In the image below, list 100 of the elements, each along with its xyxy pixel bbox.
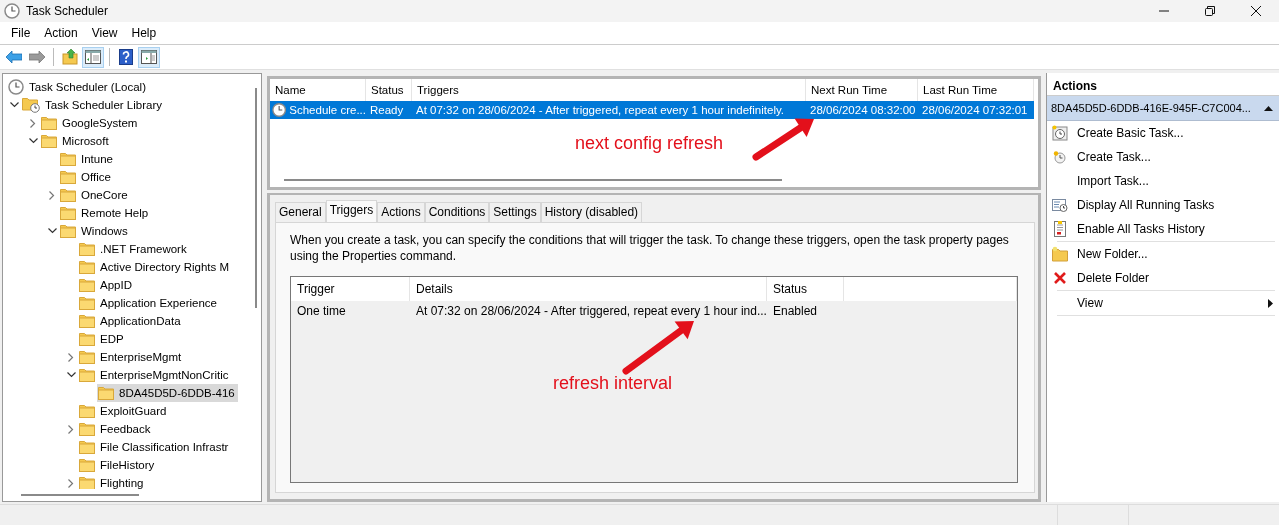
tree-item[interactable]: 8DA45D5D-6DDB-416 — [97, 384, 238, 402]
tree-item[interactable]: .NET Framework — [78, 240, 190, 258]
chevron-down-icon[interactable] — [47, 228, 57, 234]
toolbar-button[interactable] — [138, 46, 160, 68]
chevron-down-icon[interactable] — [66, 372, 76, 378]
folder-clock-icon — [22, 97, 40, 113]
folder-icon — [60, 152, 76, 166]
menu-item[interactable]: View — [84, 26, 125, 40]
minimize-icon — [1159, 10, 1169, 12]
restore-icon — [1205, 6, 1215, 16]
tree-item[interactable]: Feedback — [78, 420, 154, 438]
tree-item[interactable]: Microsoft — [40, 132, 112, 150]
tree-item[interactable]: File Classification Infrastr — [78, 438, 232, 456]
annotation-text: next config refresh — [575, 133, 724, 154]
chevron-right-icon[interactable] — [68, 352, 74, 362]
menu-item[interactable]: File — [4, 26, 38, 40]
table-cell[interactable]: At 07:32 on 28/06/2024 - After triggered, repeat every 1 hour indefinitely. — [412, 101, 806, 119]
table-cell[interactable]: One time — [291, 301, 410, 321]
scrollbar-thumb[interactable] — [21, 494, 139, 496]
command-item[interactable]: Enable All Tasks History — [1047, 217, 1279, 241]
command-item[interactable]: Create Task... — [1047, 145, 1279, 169]
tree-item[interactable]: Task Scheduler (Local) — [7, 78, 149, 96]
tree-item[interactable]: AppID — [78, 276, 135, 294]
menu-item[interactable]: Help — [124, 26, 164, 40]
folder-up-icon — [62, 49, 78, 65]
tree-item[interactable]: OneCore — [59, 186, 131, 204]
menu-item[interactable]: Action — [37, 26, 85, 40]
help-icon — [119, 49, 133, 65]
toolbar-button[interactable] — [82, 46, 104, 68]
tree-item[interactable]: Office — [59, 168, 114, 186]
folder-icon — [60, 206, 76, 220]
command-item[interactable]: Delete Folder — [1047, 266, 1279, 290]
folder-icon — [79, 422, 95, 436]
folder-icon — [60, 170, 76, 184]
tab[interactable]: History (disabled) — [540, 202, 643, 222]
tree-item[interactable]: Flighting — [78, 474, 147, 489]
chevron-right-icon[interactable] — [30, 118, 36, 128]
tab[interactable]: Triggers — [325, 200, 378, 222]
pane-icon — [141, 50, 157, 64]
folder-icon — [41, 134, 57, 148]
tree-item[interactable]: Application Experience — [78, 294, 220, 312]
pane-icon — [85, 50, 101, 64]
forward-arrow-icon — [29, 51, 45, 63]
table-cell[interactable]: 28/06/2024 08:32:00 — [806, 101, 918, 119]
scrollbar-thumb[interactable] — [255, 88, 257, 308]
window-title: Task Scheduler — [26, 4, 109, 18]
section-header[interactable]: 8DA45D5D-6DDB-416E-945F-C7C004... — [1047, 96, 1279, 121]
tree-item[interactable]: Remote Help — [59, 204, 152, 222]
tab[interactable]: Conditions — [424, 202, 490, 222]
tree-item[interactable]: EDP — [78, 330, 127, 348]
arrow — [752, 118, 814, 161]
tree-item[interactable]: EnterpriseMgmt — [78, 348, 185, 366]
command-item[interactable]: New Folder... — [1047, 242, 1279, 266]
command-item[interactable]: Import Task... — [1047, 169, 1279, 193]
tab[interactable]: Settings — [489, 202, 541, 222]
chevron-down-icon[interactable] — [28, 138, 38, 144]
table-cell[interactable]: Enabled — [767, 301, 844, 321]
tree-item[interactable]: GoogleSystem — [40, 114, 141, 132]
table-cell[interactable]: At 07:32 on 28/06/2024 - After triggered, repeat every 1 hour ind... — [410, 301, 767, 321]
delete-icon — [1052, 270, 1068, 286]
folder-icon — [79, 278, 95, 292]
column-header[interactable]: Status — [767, 277, 844, 301]
command-item[interactable]: View — [1047, 291, 1279, 315]
tab[interactable]: General — [275, 202, 326, 222]
column-header[interactable]: Trigger — [291, 277, 410, 301]
chevron-down-icon[interactable] — [9, 102, 19, 108]
command-item[interactable]: Display All Running Tasks — [1047, 193, 1279, 217]
tree-item[interactable]: FileHistory — [78, 456, 158, 474]
table-cell[interactable]: Ready — [366, 101, 412, 119]
folder-icon — [60, 188, 76, 202]
back-arrow-icon — [6, 51, 22, 63]
tab[interactable]: Actions — [377, 202, 425, 222]
tree-item[interactable]: EnterpriseMgmtNonCritic — [78, 366, 232, 384]
clock-icon — [272, 102, 287, 118]
chevron-right-icon[interactable] — [49, 190, 55, 200]
table-cell[interactable]: 28/06/2024 07:32:01 — [918, 101, 1034, 119]
table-cell[interactable]: Schedule cre... — [270, 101, 366, 119]
chevron-right-icon[interactable] — [68, 478, 74, 488]
tree-item[interactable]: Windows — [59, 222, 131, 240]
scrollbar-thumb[interactable] — [284, 179, 782, 181]
chevron-right-icon[interactable] — [68, 424, 74, 434]
clock-icon — [8, 79, 24, 95]
annotation-text: refresh interval — [553, 373, 673, 394]
tree-item[interactable]: ExploitGuard — [78, 402, 170, 420]
folder-icon — [79, 296, 95, 310]
log-book-icon — [1052, 221, 1068, 237]
tree-item[interactable]: ApplicationData — [78, 312, 184, 330]
folder-icon — [41, 116, 57, 130]
folder-icon — [79, 332, 95, 346]
folder-icon — [79, 314, 95, 328]
column-header[interactable]: Details — [410, 277, 767, 301]
clock-icon — [1052, 125, 1068, 141]
clock-icon — [1052, 149, 1068, 165]
folder-icon — [79, 458, 95, 472]
tree-item[interactable]: Intune — [59, 150, 116, 168]
folder-icon — [98, 386, 114, 400]
command-item[interactable]: Create Basic Task... — [1047, 121, 1279, 145]
folder-icon — [79, 242, 95, 256]
tree-item[interactable]: Task Scheduler Library — [21, 96, 165, 114]
tree-item[interactable]: Active Directory Rights M — [78, 258, 233, 276]
